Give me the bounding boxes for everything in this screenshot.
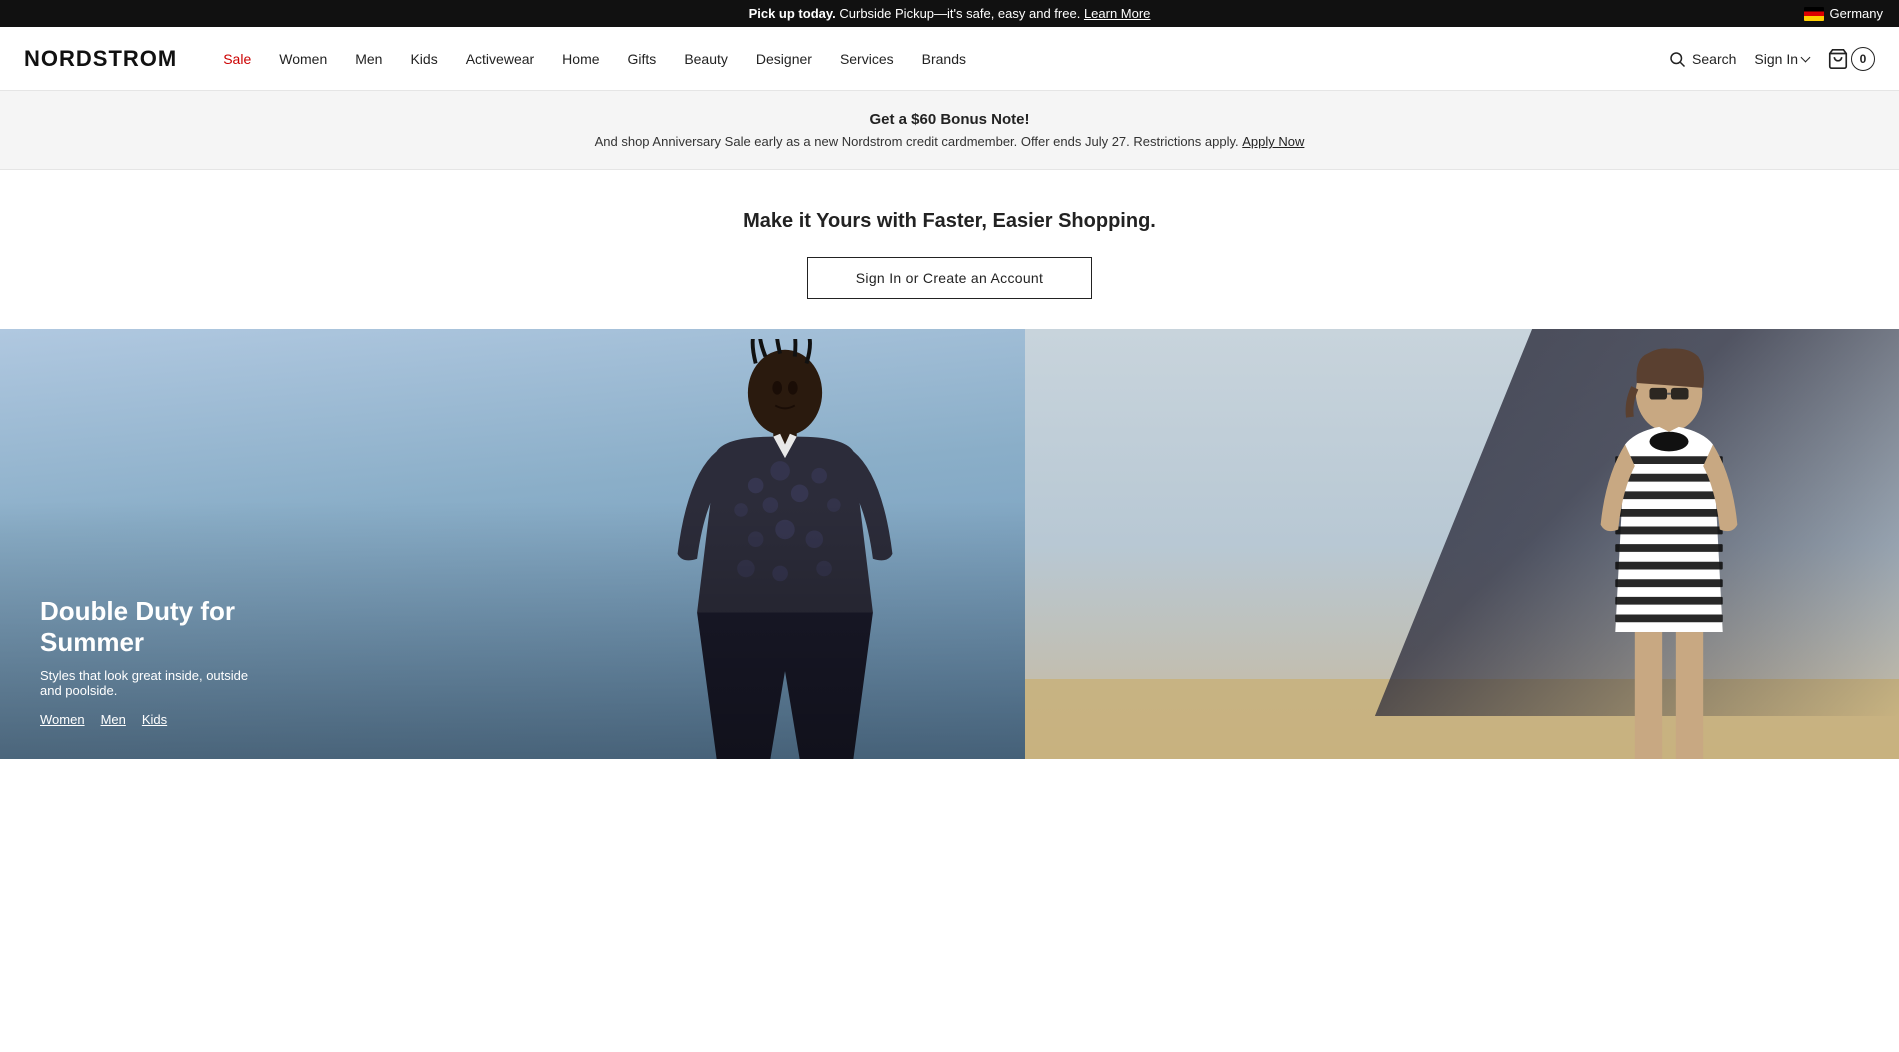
hero-description: Styles that look great inside, outside a… xyxy=(40,668,260,698)
flag-icon xyxy=(1804,7,1824,21)
announcement-text: Pick up today. Curbside Pickup—it's safe… xyxy=(749,6,1151,21)
promo-banner: Get a $60 Bonus Note! And shop Anniversa… xyxy=(0,91,1899,170)
nav-item-kids[interactable]: Kids xyxy=(396,27,451,91)
nav-item-sale[interactable]: Sale xyxy=(209,27,265,91)
chevron-down-icon xyxy=(1801,52,1811,62)
nav-item-gifts[interactable]: Gifts xyxy=(614,27,671,91)
signin-heading: Make it Yours with Faster, Easier Shoppi… xyxy=(16,210,1883,233)
logo[interactable]: NORDSTROM xyxy=(24,46,177,72)
bag-icon xyxy=(1827,48,1849,70)
hero-title: Double Duty for Summer xyxy=(40,596,260,658)
promo-headline: Get a $60 Bonus Note! xyxy=(16,111,1883,128)
hero-left-panel: Double Duty for Summer Styles that look … xyxy=(0,329,1025,759)
promo-subtext: And shop Anniversary Sale early as a new… xyxy=(16,134,1883,149)
cart-count-badge: 0 xyxy=(1851,47,1875,71)
country-name: Germany xyxy=(1830,6,1883,21)
signin-label: Sign In xyxy=(1754,51,1798,67)
country-selector[interactable]: Germany xyxy=(1804,6,1883,21)
nav-item-men[interactable]: Men xyxy=(341,27,396,91)
sign-in-button[interactable]: Sign In xyxy=(1754,51,1809,67)
nav-item-brands[interactable]: Brands xyxy=(908,27,980,91)
hero-left-text: Double Duty for Summer Styles that look … xyxy=(0,564,300,759)
nav-item-activewear[interactable]: Activewear xyxy=(452,27,548,91)
hero-right-panel xyxy=(1025,329,1899,759)
announcement-bar: Pick up today. Curbside Pickup—it's safe… xyxy=(0,0,1899,27)
cart-button[interactable]: 0 xyxy=(1827,47,1875,71)
header-actions: Search Sign In 0 xyxy=(1668,47,1875,71)
search-icon xyxy=(1668,50,1686,68)
hero-link-men[interactable]: Men xyxy=(101,712,126,727)
main-header: NORDSTROM Sale Women Men Kids Activewear… xyxy=(0,27,1899,91)
search-button[interactable]: Search xyxy=(1668,50,1736,68)
nav-item-beauty[interactable]: Beauty xyxy=(670,27,742,91)
learn-more-link[interactable]: Learn More xyxy=(1084,6,1150,21)
main-nav: Sale Women Men Kids Activewear Home Gift… xyxy=(209,27,1668,91)
signin-cta-button[interactable]: Sign In or Create an Account xyxy=(807,257,1092,299)
search-label: Search xyxy=(1692,51,1736,67)
hero-link-kids[interactable]: Kids xyxy=(142,712,167,727)
nav-item-women[interactable]: Women xyxy=(265,27,341,91)
nav-item-services[interactable]: Services xyxy=(826,27,908,91)
hero-person-left xyxy=(625,339,945,759)
announcement-bold: Pick up today. xyxy=(749,6,836,21)
hero-link-women[interactable]: Women xyxy=(40,712,85,727)
hero-person-right xyxy=(1539,339,1799,759)
nav-item-designer[interactable]: Designer xyxy=(742,27,826,91)
nav-item-home[interactable]: Home xyxy=(548,27,613,91)
apply-now-link[interactable]: Apply Now xyxy=(1242,134,1304,149)
hero-section: Double Duty for Summer Styles that look … xyxy=(0,329,1899,759)
announcement-message: Curbside Pickup—it's safe, easy and free… xyxy=(839,6,1080,21)
hero-links: Women Men Kids xyxy=(40,712,260,727)
signin-section: Make it Yours with Faster, Easier Shoppi… xyxy=(0,170,1899,329)
